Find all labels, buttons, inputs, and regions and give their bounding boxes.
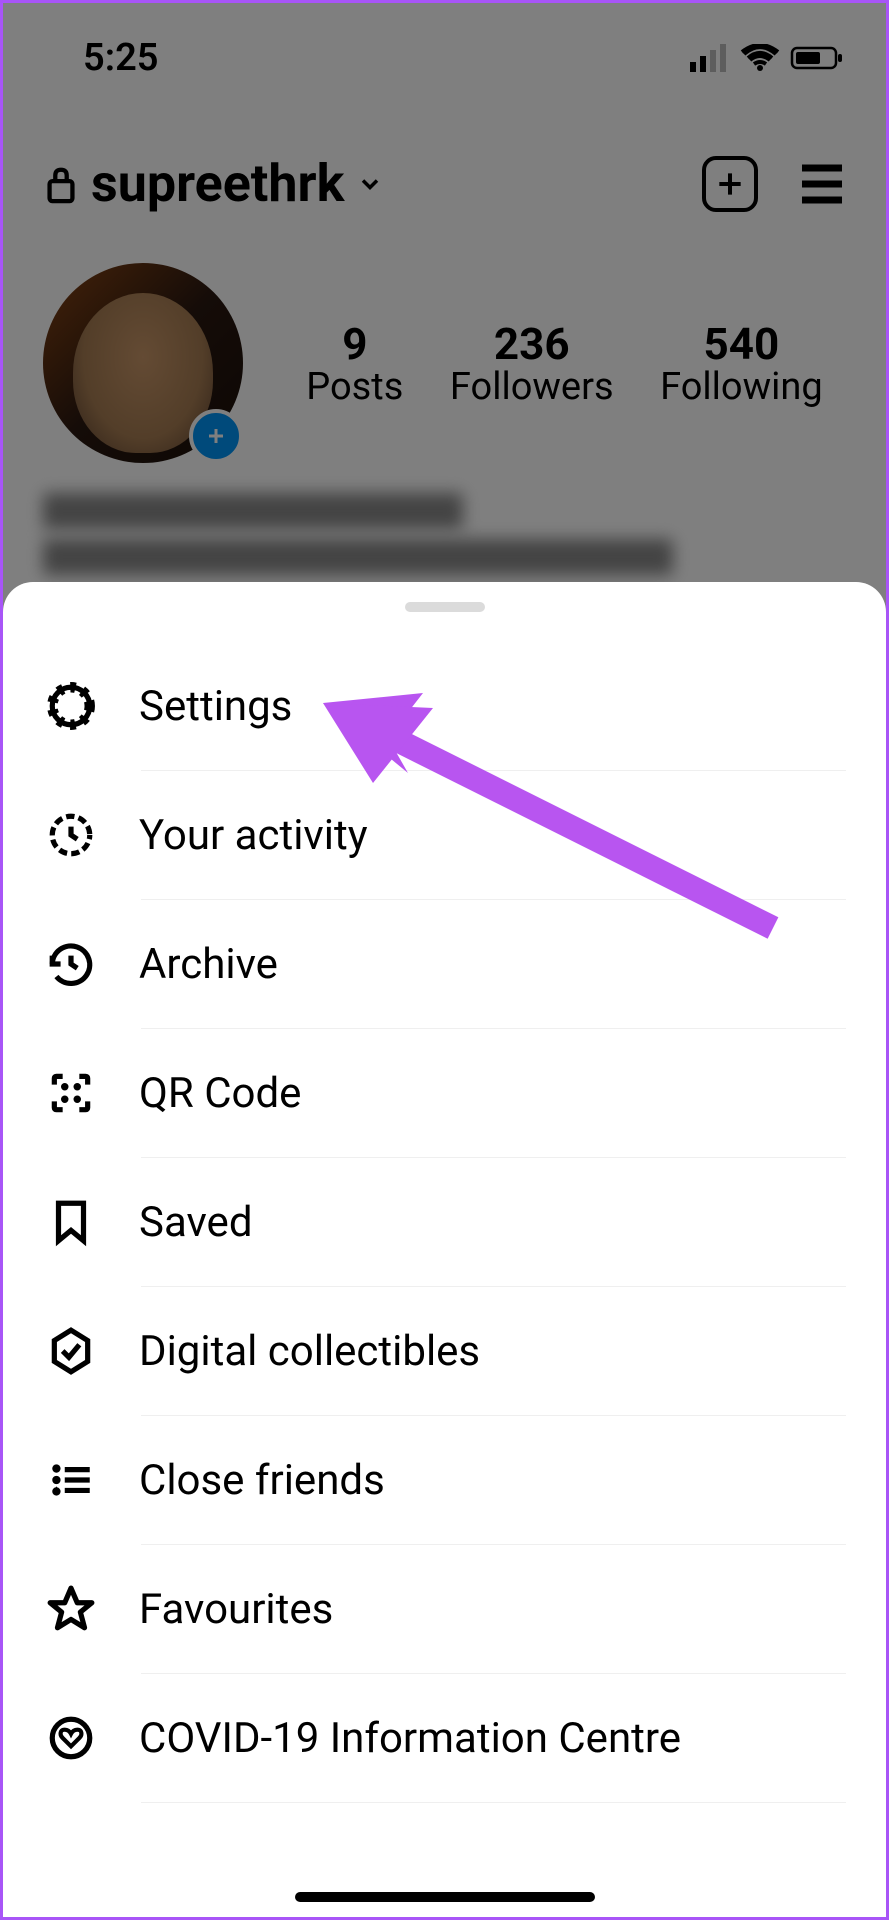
bookmark-icon xyxy=(43,1194,99,1250)
menu-label: Archive xyxy=(139,940,278,989)
plus-icon xyxy=(204,424,228,448)
profile-header: supreethrk xyxy=(3,153,886,214)
following-count: 540 xyxy=(704,318,780,370)
username-selector[interactable]: supreethrk xyxy=(43,153,384,214)
menu-item-activity[interactable]: Your activity xyxy=(43,771,846,899)
wifi-icon xyxy=(740,44,780,72)
followers-label: Followers xyxy=(450,365,614,409)
hexagon-check-icon xyxy=(43,1323,99,1379)
add-story-badge[interactable] xyxy=(189,409,243,463)
menu-label: QR Code xyxy=(139,1069,301,1118)
menu-item-qr[interactable]: QR Code xyxy=(43,1029,846,1157)
menu-label: COVID-19 Information Centre xyxy=(139,1714,681,1763)
bio xyxy=(43,493,693,585)
menu-item-close-friends[interactable]: Close friends xyxy=(43,1416,846,1544)
username: supreethrk xyxy=(91,153,344,214)
posts-stat[interactable]: 9 Posts xyxy=(306,318,403,409)
menu-item-collectibles[interactable]: Digital collectibles xyxy=(43,1287,846,1415)
menu-bottom-sheet: Settings Your activity Archiv xyxy=(3,582,886,1917)
menu-label: Settings xyxy=(139,682,292,731)
activity-icon xyxy=(43,807,99,863)
settings-icon xyxy=(43,678,99,734)
lock-icon xyxy=(43,164,79,204)
home-indicator[interactable] xyxy=(295,1892,595,1902)
followers-stat[interactable]: 236 Followers xyxy=(450,318,614,409)
menu-list: Settings Your activity Archiv xyxy=(3,642,886,1803)
qr-code-icon xyxy=(43,1065,99,1121)
following-stat[interactable]: 540 Following xyxy=(660,318,823,409)
posts-label: Posts xyxy=(306,365,403,409)
menu-label: Favourites xyxy=(139,1585,333,1634)
menu-label: Saved xyxy=(139,1198,253,1247)
hamburger-menu-icon[interactable] xyxy=(798,164,846,204)
status-bar: 5:25 xyxy=(3,3,886,113)
create-button[interactable] xyxy=(702,156,758,212)
menu-item-settings[interactable]: Settings xyxy=(43,642,846,770)
followers-count: 236 xyxy=(494,318,570,370)
star-icon xyxy=(43,1581,99,1637)
menu-item-saved[interactable]: Saved xyxy=(43,1158,846,1286)
chevron-down-icon xyxy=(356,170,384,198)
menu-item-archive[interactable]: Archive xyxy=(43,900,846,1028)
menu-label: Close friends xyxy=(139,1456,385,1505)
following-label: Following xyxy=(660,365,823,409)
status-icons xyxy=(690,44,846,72)
avatar-wrapper[interactable] xyxy=(43,263,243,463)
sheet-handle[interactable] xyxy=(405,602,485,612)
heart-circle-icon xyxy=(43,1710,99,1766)
menu-label: Your activity xyxy=(139,811,368,860)
menu-item-covid[interactable]: COVID-19 Information Centre xyxy=(43,1674,846,1802)
cellular-signal-icon xyxy=(690,44,730,72)
menu-label: Digital collectibles xyxy=(139,1327,480,1376)
profile-stats: 9 Posts 236 Followers 540 Following xyxy=(3,263,886,463)
plus-icon xyxy=(714,168,746,200)
status-time: 5:25 xyxy=(83,36,158,80)
posts-count: 9 xyxy=(342,318,367,370)
close-friends-icon xyxy=(43,1452,99,1508)
archive-icon xyxy=(43,936,99,992)
battery-icon xyxy=(790,44,846,72)
menu-item-favourites[interactable]: Favourites xyxy=(43,1545,846,1673)
